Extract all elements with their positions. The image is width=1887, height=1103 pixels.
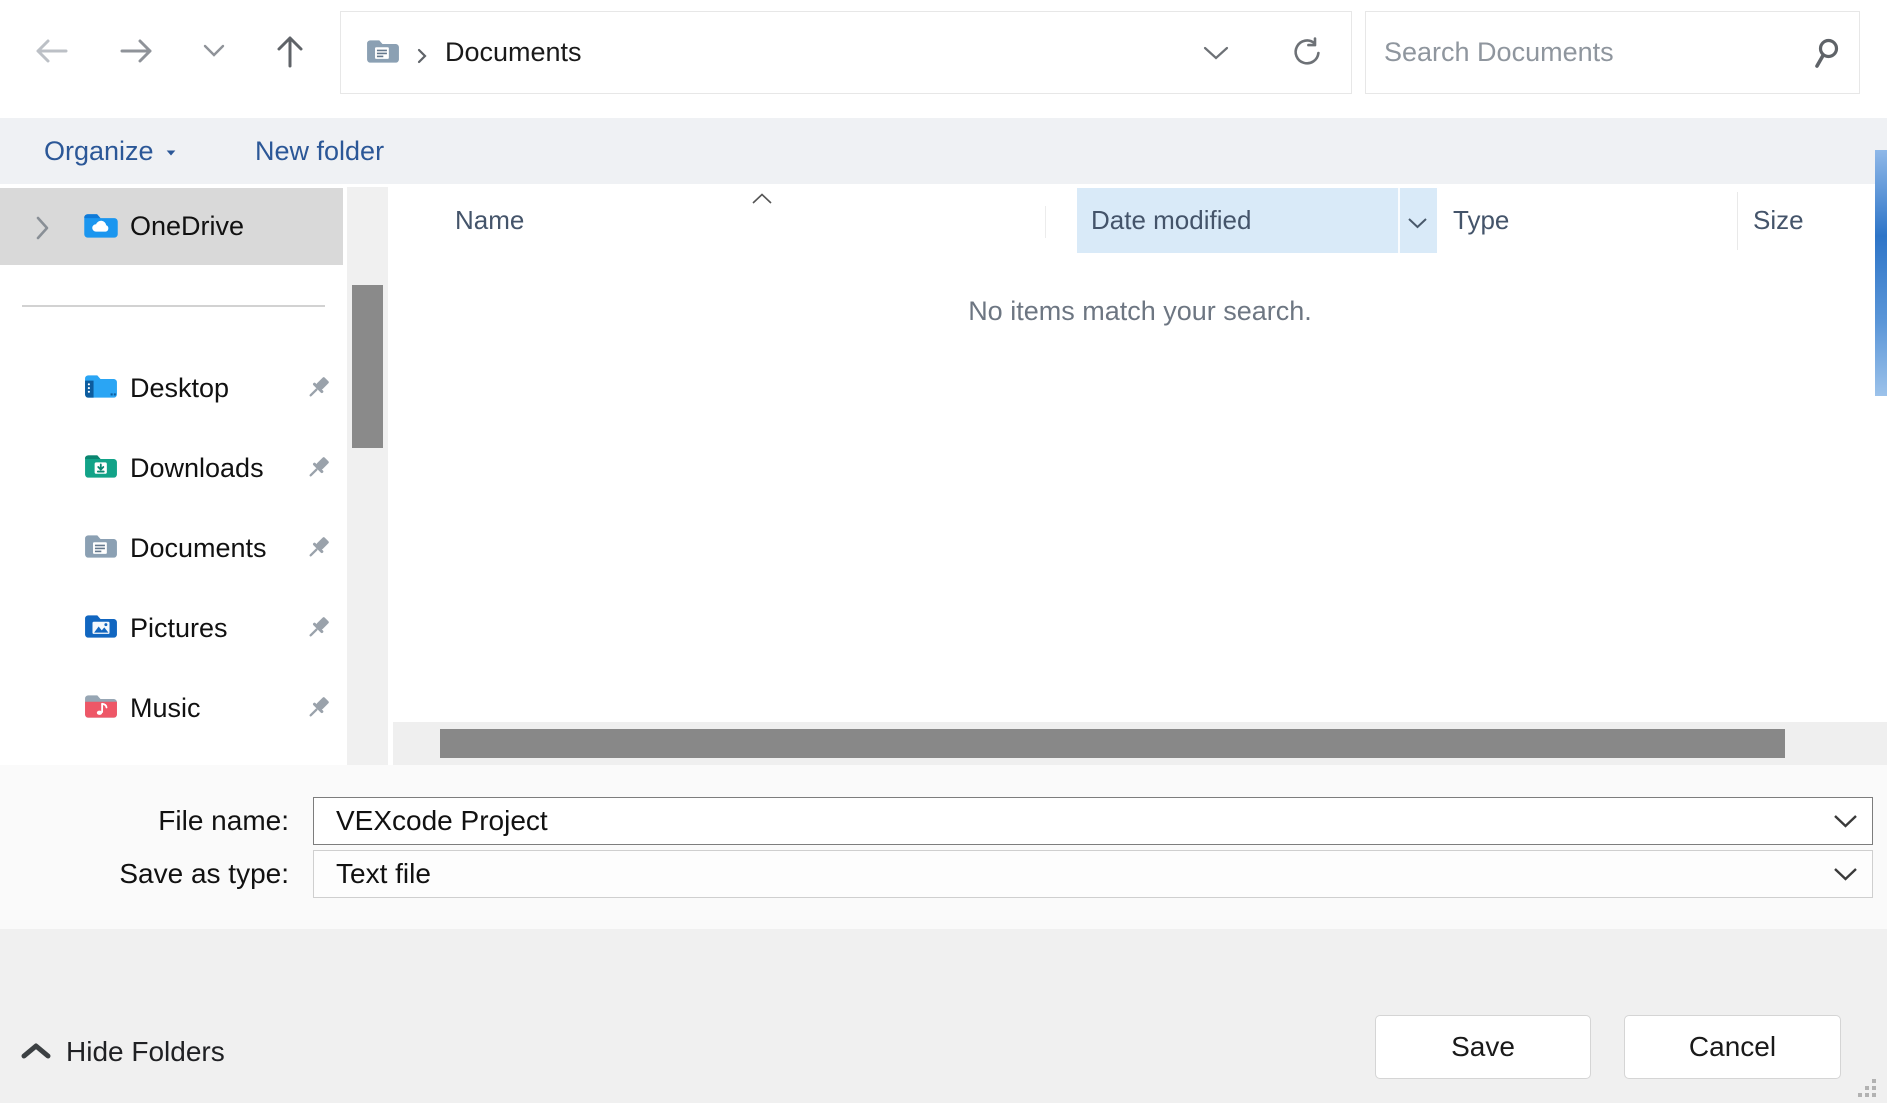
forward-arrow-icon: [118, 36, 156, 71]
sidebar-item-pictures[interactable]: Pictures: [0, 600, 345, 656]
back-arrow-icon: [32, 36, 70, 71]
hide-folders-label: Hide Folders: [66, 1036, 225, 1068]
file-list-area: Name Date modified Type Size No items ma…: [393, 184, 1887, 765]
up-arrow-icon: [274, 32, 306, 75]
save-as-type-value: Text file: [336, 858, 431, 890]
column-header-type[interactable]: Type: [1453, 188, 1509, 253]
search-box: [1365, 11, 1860, 94]
sidebar-item-label: OneDrive: [130, 211, 244, 242]
breadcrumb[interactable]: Documents: [445, 12, 582, 93]
column-header-label: Date modified: [1091, 188, 1251, 253]
organize-button[interactable]: Organize: [44, 118, 178, 184]
sidebar-divider: [22, 305, 325, 307]
file-fields-panel: File name: Save as type: Text file: [0, 765, 1887, 929]
pin-icon: [303, 453, 333, 488]
file-name-dropdown-icon[interactable]: [1833, 814, 1858, 833]
save-as-dialog: Documents Organize New folder: [0, 0, 1887, 1103]
cancel-button[interactable]: Cancel: [1624, 1015, 1841, 1079]
resize-grip[interactable]: [1856, 1077, 1878, 1103]
expand-chevron-icon[interactable]: [33, 215, 51, 246]
dialog-footer: Hide Folders Save Cancel: [0, 929, 1887, 1103]
horizontal-scrollbar[interactable]: [393, 722, 1887, 765]
hide-folders-button[interactable]: Hide Folders: [20, 1029, 225, 1075]
sidebar-item-desktop[interactable]: Desktop: [0, 360, 345, 416]
address-dropdown-icon[interactable]: [1203, 46, 1229, 65]
background-window-edge: [1875, 150, 1887, 396]
save-as-type-dropdown-icon[interactable]: [1833, 867, 1858, 886]
search-icon[interactable]: [1809, 36, 1843, 75]
column-divider: [1398, 188, 1400, 253]
chevron-down-icon: [203, 44, 225, 62]
empty-list-message: No items match your search.: [393, 296, 1887, 327]
forward-button[interactable]: [114, 0, 160, 106]
column-header-name[interactable]: Name: [455, 188, 524, 253]
column-divider: [1045, 206, 1046, 238]
filter-chevron-icon[interactable]: [1407, 216, 1428, 234]
column-header-size[interactable]: Size: [1753, 188, 1804, 253]
sidebar-item-onedrive[interactable]: OneDrive: [0, 188, 343, 265]
new-folder-button[interactable]: New folder: [255, 118, 384, 184]
location-folder-icon: [366, 38, 400, 71]
chevron-up-icon: [20, 1036, 52, 1068]
new-folder-label: New folder: [255, 136, 384, 167]
column-divider: [1737, 192, 1738, 250]
back-button[interactable]: [28, 0, 74, 106]
breadcrumb-separator-icon: [417, 48, 427, 69]
file-name-input[interactable]: [313, 797, 1873, 845]
sidebar-item-label: Pictures: [130, 600, 228, 656]
documents-folder-icon: [84, 533, 118, 566]
sidebar-item-label: Desktop: [130, 360, 229, 416]
sidebar-item-label: Documents: [130, 520, 267, 576]
sort-ascending-icon: [751, 191, 773, 209]
pin-icon: [303, 373, 333, 408]
up-button[interactable]: [268, 0, 312, 106]
recent-locations-button[interactable]: [198, 0, 230, 106]
sidebar-scrollbar-thumb[interactable]: [352, 285, 383, 448]
sidebar-item-label: Downloads: [130, 440, 264, 496]
save-button[interactable]: Save: [1375, 1015, 1591, 1079]
navigation-pane: OneDrive Desktop Downloads: [0, 184, 345, 765]
sidebar-item-music[interactable]: Music: [0, 680, 345, 736]
file-name-label: File name:: [0, 797, 289, 845]
desktop-folder-icon: [84, 373, 118, 406]
pictures-folder-icon: [84, 613, 118, 646]
pin-icon: [303, 693, 333, 728]
sidebar-item-documents[interactable]: Documents: [0, 520, 345, 576]
caret-down-icon: [166, 151, 175, 156]
refresh-icon[interactable]: [1289, 35, 1325, 76]
column-header-date-modified[interactable]: Date modified: [1077, 188, 1437, 253]
sidebar-item-downloads[interactable]: Downloads: [0, 440, 345, 496]
sidebar-item-label: Music: [130, 680, 201, 736]
navigation-bar: Documents: [0, 0, 1887, 106]
command-bar: Organize New folder ?: [0, 118, 1887, 184]
column-header-row: Name Date modified Type Size: [393, 188, 1887, 253]
save-as-type-label: Save as type:: [0, 850, 289, 898]
save-as-type-select[interactable]: Text file: [313, 850, 1873, 898]
music-folder-icon: [84, 693, 118, 726]
sidebar-scrollbar[interactable]: [347, 187, 388, 765]
pin-icon: [303, 533, 333, 568]
onedrive-folder-icon: [83, 212, 119, 246]
pin-icon: [303, 613, 333, 648]
address-bar[interactable]: Documents: [340, 11, 1352, 94]
horizontal-scrollbar-thumb[interactable]: [440, 729, 1785, 758]
search-input[interactable]: [1366, 12, 1859, 93]
downloads-folder-icon: [84, 453, 118, 486]
organize-label: Organize: [44, 136, 154, 167]
